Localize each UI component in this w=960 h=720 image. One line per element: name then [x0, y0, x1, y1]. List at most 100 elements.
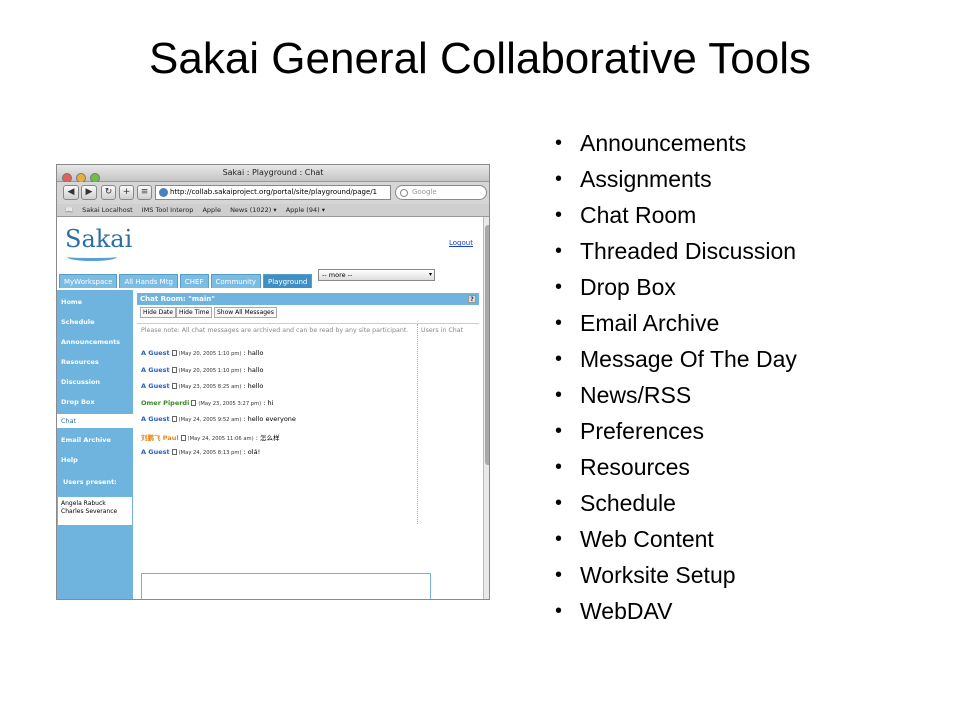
search-input[interactable]: Google — [395, 185, 487, 200]
tab-community[interactable]: Community — [210, 274, 262, 288]
tab-chef[interactable]: CHEF — [179, 274, 209, 288]
tool-bullet-label: Web Content — [580, 526, 714, 552]
logo-swoosh — [67, 253, 117, 261]
slide-title: Sakai General Collaborative Tools — [149, 34, 811, 83]
tool-bullet-item: • Schedule — [555, 490, 955, 517]
more-sites-value: -- more -- — [322, 271, 353, 279]
bookmark-item[interactable]: Apple (94) ▾ — [286, 206, 325, 214]
nav-item-home[interactable]: Home — [61, 298, 82, 306]
bookmark-item[interactable]: Apple — [202, 206, 221, 214]
book-icon: 📖 — [65, 206, 74, 214]
back-button[interactable]: ◀ — [63, 185, 79, 200]
present-user: Angela Rabuck — [61, 500, 106, 507]
present-user: Charles Severance — [61, 508, 118, 515]
message-author: A Guest — [141, 349, 170, 357]
nav-item-schedule[interactable]: Schedule — [61, 318, 95, 326]
add-bookmark-button[interactable]: + — [119, 185, 134, 200]
logout-link[interactable]: Logout — [449, 239, 473, 247]
message-text: : 怎么样 — [255, 433, 280, 442]
hide-date-button[interactable]: Hide Date — [140, 307, 176, 318]
tool-bullet-item: • WebDAV — [555, 598, 955, 625]
chat-portlet: Chat Room: "main" ? Hide Date Hide Time … — [137, 290, 479, 599]
bullet-icon: • — [555, 600, 563, 622]
chat-room-header: Chat Room: "main" ? — [137, 293, 479, 305]
trash-icon[interactable] — [171, 383, 177, 389]
message-author: A Guest — [141, 365, 170, 374]
tool-bullet-list: • Announcements • Assignments • Chat Room • Thr… — [555, 130, 955, 634]
trash-icon[interactable] — [180, 434, 186, 441]
message-date: (May 24, 2005 8:13 pm) — [178, 450, 242, 456]
message-author: 刘鹏飞 Paul — [141, 433, 179, 442]
tool-bullet-item: • News/RSS — [555, 382, 955, 409]
message-date: (May 24, 2005 9:52 am) — [178, 417, 242, 423]
users-present-list: Angela Rabuck Charles Severance — [57, 496, 133, 526]
tool-bullet-item: • Preferences — [555, 418, 955, 445]
chat-message: A Guest (May 20, 2005 1:10 pm) : hallo — [141, 349, 264, 357]
bullet-icon: • — [555, 456, 563, 478]
nav-item-email-archive[interactable]: Email Archive — [61, 436, 111, 444]
message-date: (May 20, 2005 1:10 pm) — [178, 351, 242, 357]
sakai-page: Sakai Logout MyWorkspace All Hands Mtg CHE… — [57, 217, 483, 599]
message-date: (May 24, 2005 11:06 am) — [187, 435, 254, 442]
message-author: Omer Piperdi — [141, 398, 190, 407]
address-bar-url: http://collab.sakaiproject.org/portal/si… — [170, 188, 378, 196]
hide-time-button[interactable]: Hide Time — [176, 307, 213, 318]
chevron-down-icon: ▾ — [428, 271, 432, 278]
reload-button[interactable]: ↻ — [101, 185, 116, 200]
page-scrollbar[interactable] — [483, 217, 489, 599]
chat-message: A Guest (May 24, 2005 8:13 pm) : olá! — [141, 448, 260, 456]
tool-menu: Home Schedule Announcements Resources Di… — [57, 290, 133, 599]
tool-bullet-item: • Message Of The Day — [555, 346, 955, 373]
bookmark-item[interactable]: News (1022) ▾ — [230, 206, 277, 214]
chat-message: Omer Piperdi (May 23, 2005 3:27 pm) : hi — [141, 399, 273, 407]
nav-item-resources[interactable]: Resources — [61, 358, 99, 366]
bullet-icon: • — [555, 204, 563, 226]
nav-item-drop-box[interactable]: Drop Box — [61, 398, 95, 406]
trash-icon[interactable] — [171, 350, 177, 356]
tool-bullet-label: Message Of The Day — [580, 346, 797, 372]
help-icon[interactable]: ? — [468, 295, 476, 303]
message-text: : olá! — [243, 448, 261, 456]
sakai-chat-screenshot: Sakai : Playground : Chat ◀ ▶ ↻ + ≡ http… — [56, 164, 490, 600]
trash-icon[interactable] — [191, 399, 197, 406]
tool-bullet-label: Chat Room — [580, 202, 697, 228]
forward-arrow-icon: ▶ — [85, 187, 93, 197]
chat-message-input[interactable] — [141, 573, 431, 599]
bookmark-item[interactable]: Sakai Localhost — [82, 206, 133, 214]
trash-icon[interactable] — [171, 366, 177, 373]
trash-icon[interactable] — [171, 416, 177, 422]
tool-bullet-label: Worksite Setup — [580, 562, 736, 588]
tool-bullet-item: • Worksite Setup — [555, 562, 955, 589]
bullet-icon: • — [555, 348, 563, 370]
nav-item-discussion[interactable]: Discussion — [61, 378, 100, 386]
sakai-logo: Sakai — [65, 225, 133, 253]
address-bar[interactable]: http://collab.sakaiproject.org/portal/si… — [155, 185, 391, 200]
chat-message: A Guest (May 24, 2005 9:52 am) : hello ev… — [141, 415, 296, 423]
tool-bullet-label: News/RSS — [580, 382, 692, 408]
nav-item-announcements[interactable]: Announcements — [61, 338, 120, 346]
tab-all-hands-mtg[interactable]: All Hands Mtg — [119, 274, 178, 288]
message-text: : hallo — [243, 365, 264, 374]
show-all-messages-button[interactable]: Show All Messages — [214, 307, 277, 318]
scrollbar-thumb[interactable] — [485, 225, 489, 465]
more-sites-select[interactable]: -- more -- ▾ — [318, 269, 435, 281]
forward-button[interactable]: ▶ — [81, 185, 97, 200]
bullet-icon: • — [555, 384, 563, 406]
bookmark-item[interactable]: IMS Tool Interop — [142, 206, 194, 214]
tool-bullet-label: Announcements — [580, 130, 747, 156]
tab-myworkspace[interactable]: MyWorkspace — [59, 274, 118, 288]
trash-icon[interactable] — [171, 449, 177, 455]
back-arrow-icon: ◀ — [67, 187, 75, 197]
browser-toolbar: ◀ ▶ ↻ + ≡ http://collab.sakaiproject.org… — [57, 182, 489, 204]
divider — [417, 324, 418, 524]
bullet-icon: • — [555, 276, 563, 298]
rss-button[interactable]: ≡ — [137, 185, 152, 200]
nav-item-chat[interactable]: Chat — [57, 414, 133, 428]
tool-bullet-label: Drop Box — [580, 274, 676, 300]
nav-item-help[interactable]: Help — [61, 456, 78, 464]
bullet-icon: • — [555, 312, 563, 334]
search-placeholder: Google — [412, 188, 437, 196]
tab-playground[interactable]: Playground — [263, 274, 313, 288]
plus-icon: + — [122, 187, 131, 197]
tool-bullet-item: • Chat Room — [555, 202, 955, 229]
